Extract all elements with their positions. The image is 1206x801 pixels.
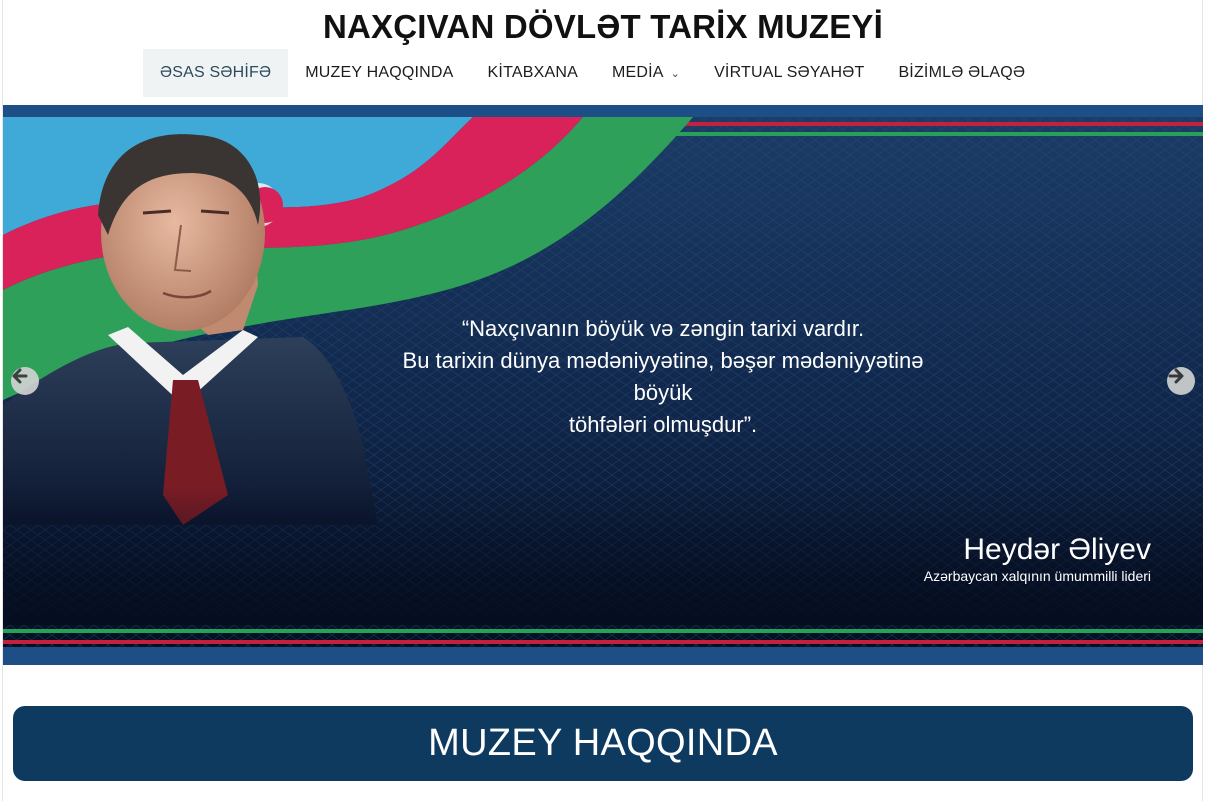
- main-nav: ƏSAS SƏHİFƏ MUZEY HAQQINDA KİTABXANA MED…: [143, 49, 1042, 97]
- section-heading: MUZEY HAQQINDA: [428, 722, 778, 764]
- nav-item-label: KİTABXANA: [487, 64, 578, 81]
- slider-next-button[interactable]: [1167, 367, 1195, 395]
- nav-item-virtual-tour[interactable]: VİRTUAL SƏYAHƏT: [697, 49, 881, 97]
- site-title: NAXÇIVAN DÖVLƏT TARİX MUZEYİ: [322, 8, 883, 45]
- author-name: Heydər Əliyev: [963, 533, 1151, 566]
- quote-text: “Naxçıvanın böyük və zəngin tarixi vardı…: [398, 313, 928, 441]
- slider-prev-button[interactable]: [11, 367, 39, 395]
- author-title: Azərbaycan xalqının ümummilli lideri: [923, 568, 1151, 584]
- nav-item-contact[interactable]: BİZİMLƏ ƏLAQƏ: [881, 49, 1042, 97]
- nav-item-library[interactable]: KİTABXANA: [471, 49, 595, 97]
- section-heading-band: MUZEY HAQQINDA: [13, 706, 1193, 781]
- nav-item-label: MUZEY HAQQINDA: [305, 64, 454, 81]
- nav-item-label: BİZİMLƏ ƏLAQƏ: [898, 64, 1026, 81]
- arrow-left-icon: [12, 368, 28, 384]
- nav-item-label: VİRTUAL SƏYAHƏT: [714, 64, 865, 81]
- quote-line: Bu tarixin dünya mədəniyyətinə, bəşər mə…: [402, 348, 924, 405]
- quote-line: töhfələri olmuşdur”.: [568, 412, 758, 437]
- arrow-right-icon: [1168, 368, 1184, 384]
- nav-item-label: MEDİA: [611, 64, 664, 81]
- chevron-down-icon: ⌄: [670, 67, 681, 80]
- nav-item-media[interactable]: MEDİA ⌄: [595, 49, 697, 97]
- hero-slider: “Naxçıvanın böyük və zəngin tarixi vardı…: [3, 105, 1203, 665]
- nav-item-about[interactable]: MUZEY HAQQINDA: [288, 49, 470, 97]
- quote-line: “Naxçıvanın böyük və zəngin tarixi vardı…: [461, 316, 865, 341]
- nav-item-label: ƏSAS SƏHİFƏ: [160, 64, 272, 81]
- nav-item-home[interactable]: ƏSAS SƏHİFƏ: [143, 49, 289, 97]
